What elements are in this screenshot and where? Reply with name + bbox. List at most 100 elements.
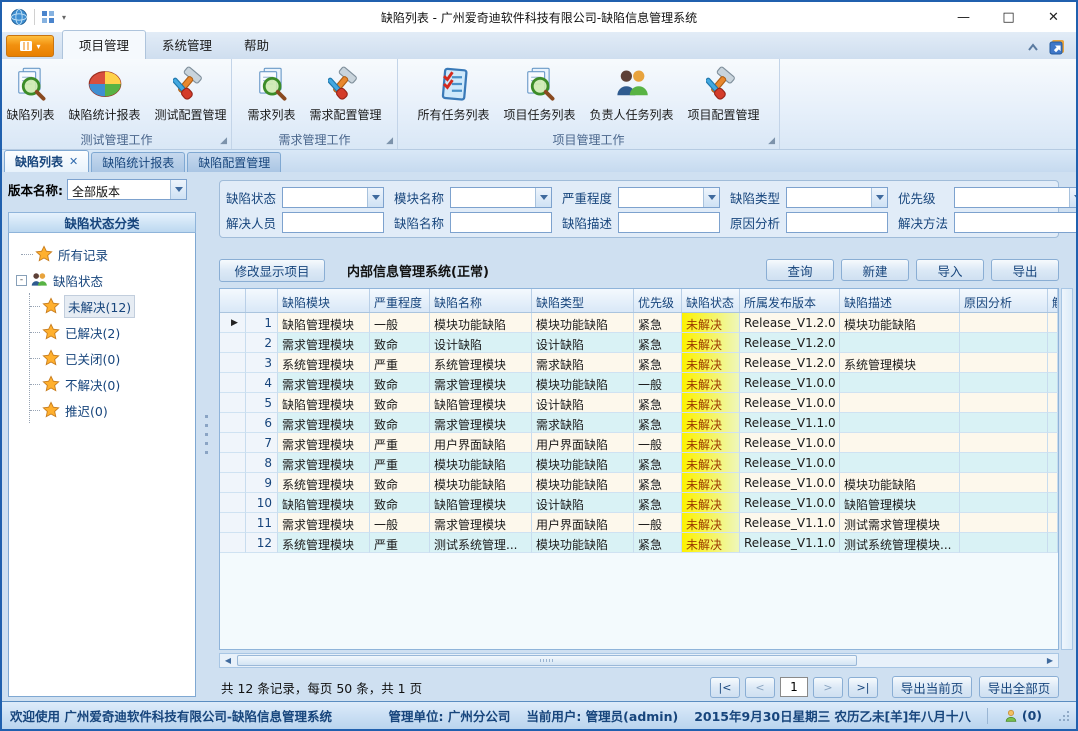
severity-filter[interactable] [618,187,720,208]
table-row[interactable]: 4 需求管理模块 致命 需求管理模块 模块功能缺陷 一般 未解决 Release… [220,373,1058,393]
tree-item-wont-fix[interactable]: 不解决(0) [30,371,193,397]
export-current-page-button[interactable]: 导出当前页 [892,676,972,698]
column-header[interactable]: 所属发布版本 [740,289,840,312]
requirement-list-button[interactable]: 需求列表 [240,63,302,126]
defect-type-filter[interactable] [786,187,888,208]
chevron-down-icon[interactable] [367,188,383,207]
cell-type: 需求缺陷 [532,353,634,373]
title-bar: ▾ 缺陷列表 - 广州爱奇迪软件科技有限公司-缺陷信息管理系统 — □ ✕ [2,2,1076,32]
defect-status-filter[interactable] [282,187,384,208]
column-header[interactable]: 缺陷描述 [840,289,960,312]
chevron-down-icon[interactable] [1069,188,1078,207]
table-row[interactable]: 6 需求管理模块 致命 需求管理模块 需求缺陷 紧急 未解决 Release_V… [220,413,1058,433]
owner-tasks-button[interactable]: 负责人任务列表 [583,63,681,126]
scroll-left-icon[interactable]: ◀ [220,654,236,667]
ribbon-group-label: 测试管理工作 [80,131,152,148]
tree-item-resolved[interactable]: 已解决(2) [30,319,193,345]
column-header[interactable]: 解决方法 [1048,289,1058,312]
chevron-down-icon[interactable] [871,188,887,207]
new-button[interactable]: 新建 [841,259,909,281]
scroll-right-icon[interactable]: ▶ [1042,654,1058,667]
solution-filter-input[interactable] [954,212,1078,233]
defect-list-button[interactable]: 缺陷列表 [0,63,62,126]
sidebar-splitter[interactable] [202,172,211,701]
all-tasks-button[interactable]: 所有任务列表 [410,63,496,126]
style-switch-icon[interactable] [1049,39,1066,55]
test-config-button[interactable]: 测试配置管理 [148,63,234,126]
column-header[interactable]: 严重程度 [370,289,430,312]
next-page-button[interactable]: > [813,677,843,698]
quick-access-icon[interactable] [41,10,56,24]
column-header[interactable]: 优先级 [634,289,682,312]
table-row[interactable]: 10 缺陷管理模块 致命 缺陷管理模块 设计缺陷 紧急 未解决 Release_… [220,493,1058,513]
quick-access-caret-icon[interactable]: ▾ [62,13,66,22]
first-page-button[interactable]: |< [710,677,740,698]
import-button[interactable]: 导入 [916,259,984,281]
table-row[interactable]: 11 需求管理模块 一般 需求管理模块 用户界面缺陷 一般 未解决 Releas… [220,513,1058,533]
tree-item-postponed[interactable]: 推迟(0) [30,397,193,423]
column-header[interactable]: 缺陷模块 [278,289,370,312]
app-menu-button[interactable]: ▾ [6,35,54,57]
modify-display-button[interactable]: 修改显示项目 [219,259,325,282]
minimize-button[interactable]: — [941,3,986,32]
defect-name-filter-input[interactable] [450,212,552,233]
requirement-config-button[interactable]: 需求配置管理 [303,63,389,126]
table-row[interactable]: 7 需求管理模块 严重 用户界面缺陷 用户界面缺陷 一般 未解决 Release… [220,433,1058,453]
table-row[interactable]: 3 系统管理模块 严重 系统管理模块 需求缺陷 紧急 未解决 Release_V… [220,353,1058,373]
table-row[interactable]: 5 缺陷管理模块 致命 缺陷管理模块 设计缺陷 紧急 未解决 Release_V… [220,393,1058,413]
tree-item-closed[interactable]: 已关闭(0) [30,345,193,371]
tree-item-defect-status[interactable]: - 缺陷状态 [15,267,193,293]
tree-item-all-records[interactable]: 所有记录 [15,241,193,267]
table-row[interactable]: ▶ 1 缺陷管理模块 一般 模块功能缺陷 模块功能缺陷 紧急 未解决 Relea… [220,313,1058,333]
defect-desc-filter-input[interactable] [618,212,720,233]
tree-connector [30,410,40,411]
doc-tab-defect-list[interactable]: 缺陷列表 ✕ [4,150,89,172]
doc-tab-defect-config[interactable]: 缺陷配置管理 [187,152,281,172]
table-row[interactable]: 2 需求管理模块 致命 设计缺陷 设计缺陷 紧急 未解决 Release_V1.… [220,333,1058,353]
collapse-ribbon-chevron-icon[interactable] [1027,43,1039,51]
tab-project-management[interactable]: 项目管理 [62,30,146,59]
dialog-launcher-icon[interactable]: ◢ [220,137,227,146]
tab-system-management[interactable]: 系统管理 [146,31,228,59]
last-page-button[interactable]: >| [848,677,878,698]
export-all-pages-button[interactable]: 导出全部页 [979,676,1059,698]
prev-page-button[interactable]: < [745,677,775,698]
column-header[interactable]: 缺陷状态 [682,289,740,312]
close-button[interactable]: ✕ [1031,3,1076,32]
project-tasks-button[interactable]: 项目任务列表 [496,63,582,126]
chevron-down-icon[interactable] [703,188,719,207]
resize-grip-icon[interactable] [1058,710,1070,722]
table-row[interactable]: 12 系统管理模块 严重 测试系统管理... 模块功能缺陷 紧急 未解决 Rel… [220,533,1058,553]
export-button[interactable]: 导出 [991,259,1059,281]
tree-item-unresolved[interactable]: 未解决(12) [30,293,193,319]
doc-tab-label: 缺陷列表 [15,153,63,170]
page-number-input[interactable] [780,677,808,697]
project-config-button[interactable]: 项目配置管理 [681,63,767,126]
doc-tab-defect-stats[interactable]: 缺陷统计报表 [91,152,185,172]
resolver-filter-input[interactable] [282,212,384,233]
close-tab-icon[interactable]: ✕ [69,155,78,168]
online-users-indicator[interactable]: (0) [1004,708,1042,723]
tree-collapse-icon[interactable]: - [16,275,27,286]
query-button[interactable]: 查询 [766,259,834,281]
version-select[interactable]: 全部版本 [67,179,187,200]
dialog-launcher-icon[interactable]: ◢ [386,137,393,146]
column-header[interactable]: 缺陷类型 [532,289,634,312]
table-row[interactable]: 8 需求管理模块 严重 模块功能缺陷 模块功能缺陷 紧急 未解决 Release… [220,453,1058,473]
scrollbar-thumb[interactable] [237,655,857,666]
dialog-launcher-icon[interactable]: ◢ [768,137,775,146]
chevron-down-icon[interactable] [535,188,551,207]
maximize-button[interactable]: □ [986,3,1031,32]
chevron-down-icon[interactable] [170,180,186,199]
cause-analysis-filter-input[interactable] [786,212,888,233]
priority-filter[interactable] [954,187,1078,208]
column-header[interactable]: 缺陷名称 [430,289,532,312]
horizontal-scrollbar[interactable]: ◀ ▶ [219,653,1059,668]
tab-help[interactable]: 帮助 [228,31,285,59]
filter-label: 严重程度 [562,188,618,207]
defect-stats-button[interactable]: 缺陷统计报表 [62,63,148,126]
vertical-scrollbar[interactable] [1061,288,1073,650]
table-row[interactable]: 9 系统管理模块 致命 模块功能缺陷 模块功能缺陷 紧急 未解决 Release… [220,473,1058,493]
column-header[interactable]: 原因分析 [960,289,1048,312]
module-name-filter[interactable] [450,187,552,208]
